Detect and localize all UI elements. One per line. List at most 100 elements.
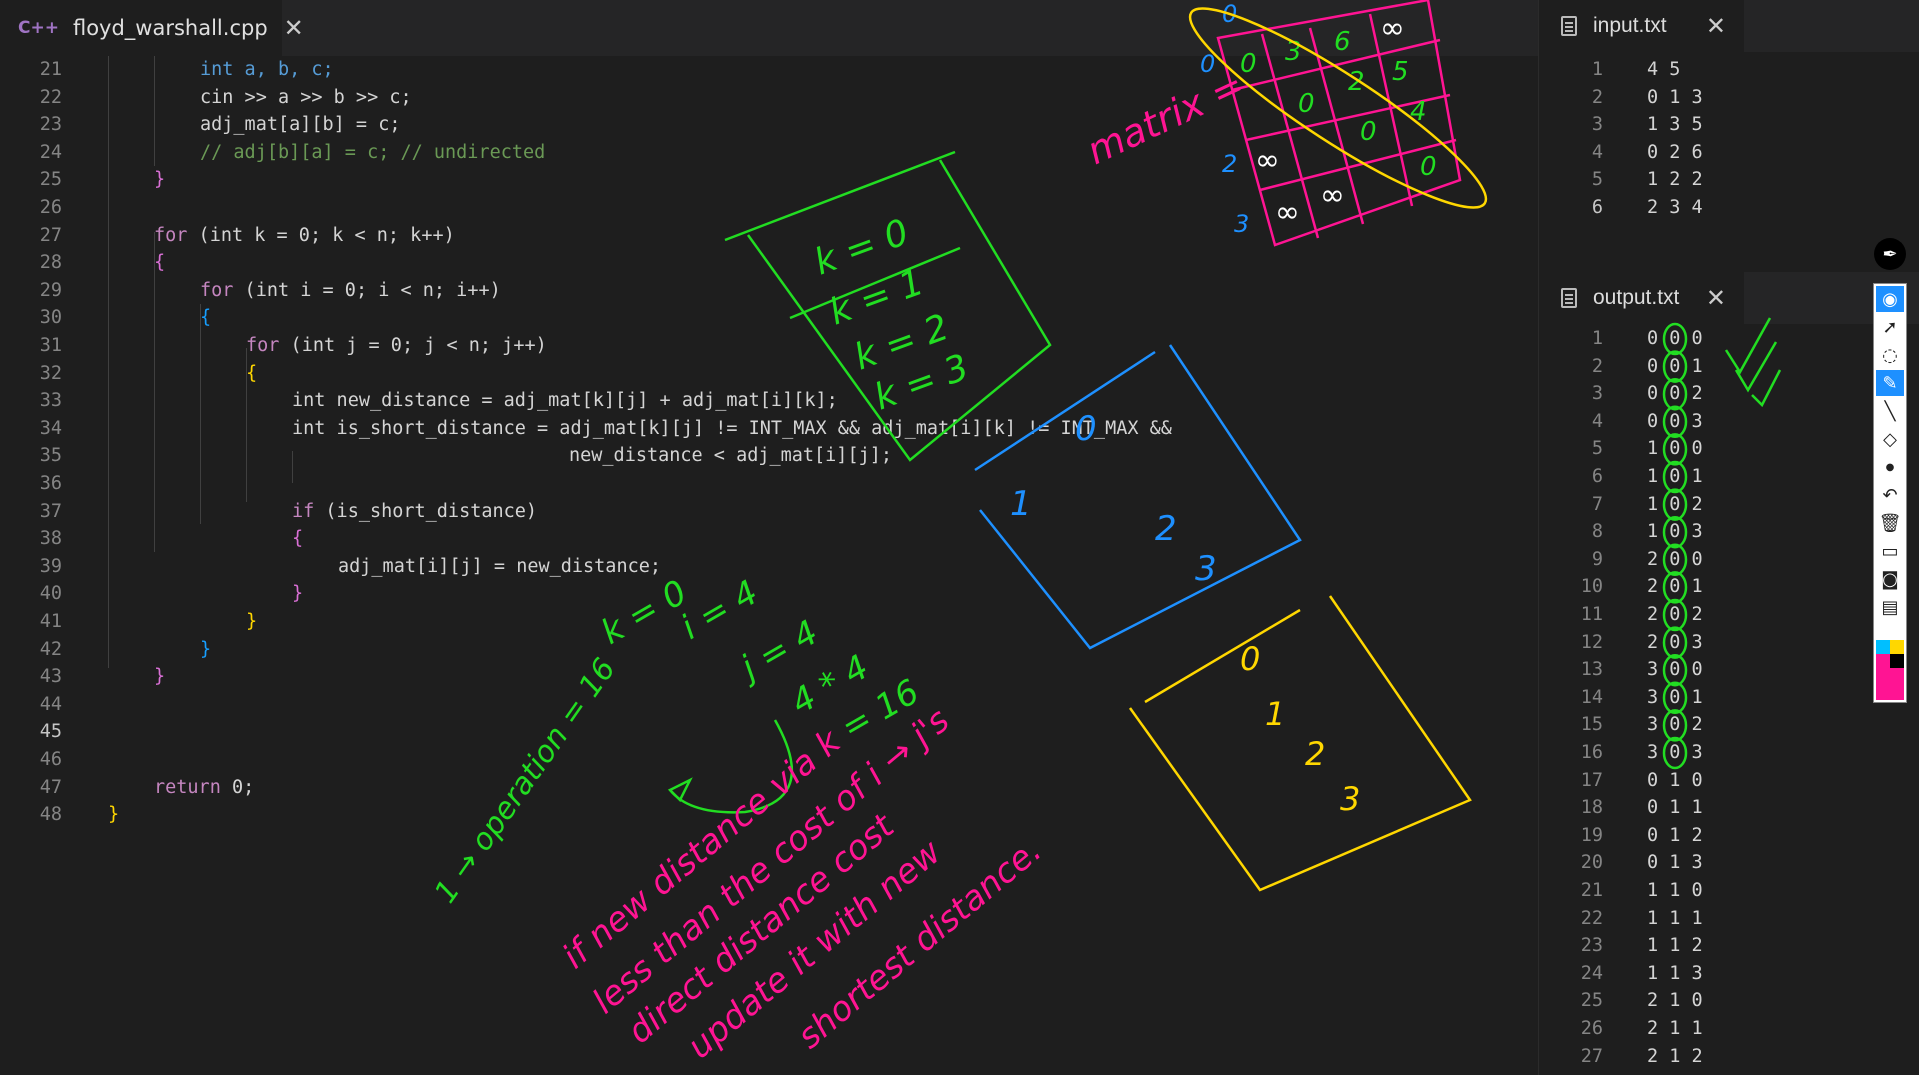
line-number: 37	[39, 500, 62, 522]
close-icon[interactable]: ✕	[1706, 12, 1726, 41]
output-line-row: 18 0 1 1	[1539, 794, 1919, 822]
output-line: 2 1 1	[1647, 1018, 1703, 1039]
output-line-row: 15 3 0 2	[1539, 711, 1919, 739]
eye-icon[interactable]: ◉	[1876, 286, 1904, 312]
color-swatch-pink[interactable]	[1876, 654, 1890, 668]
line-number: 46	[39, 749, 62, 770]
line-number: 3	[1591, 114, 1603, 136]
output-line: 1 1 2	[1647, 935, 1703, 957]
pen-icon[interactable]: ✒	[1874, 238, 1906, 270]
line-number: 4	[1591, 141, 1603, 163]
code-line: }	[108, 804, 120, 826]
output-line: 1 1 0	[1647, 880, 1703, 901]
output-line-row: 11 2 0 2	[1539, 601, 1919, 629]
color-swatch-black[interactable]	[1890, 654, 1904, 668]
code-line: {	[200, 307, 212, 329]
input-line: 1 3 5	[1647, 114, 1703, 136]
code-line: }	[246, 611, 258, 632]
whiteboard-icon[interactable]: ▭	[1876, 538, 1904, 564]
line-number: 36	[39, 473, 62, 494]
line-number: 23	[1580, 935, 1603, 957]
line-number: 39	[39, 555, 62, 577]
color-swatch-pink-active[interactable]	[1876, 668, 1904, 700]
lasso-icon[interactable]: ◌	[1876, 342, 1904, 368]
tab-input-txt[interactable]: input.txt ✕	[1539, 0, 1744, 52]
output-line: 0 0 2	[1647, 383, 1703, 405]
output-line-row: 1 0 0 0	[1539, 325, 1919, 353]
tab-title: output.txt	[1593, 286, 1680, 309]
output-line: 2 1 2	[1647, 1045, 1703, 1067]
file-icon	[1561, 288, 1577, 308]
tab-output-txt[interactable]: output.txt ✕	[1539, 272, 1744, 324]
line-number: 43	[39, 666, 62, 688]
output-line-row: 12 2 0 3	[1539, 629, 1919, 657]
line-number: 8	[1591, 521, 1603, 543]
output-line-row: 3 0 0 2	[1539, 380, 1919, 408]
line-number: 1	[1591, 328, 1603, 349]
output-line-row: 8 1 0 3	[1539, 518, 1919, 546]
line-number: 38	[39, 528, 62, 550]
output-line: 2 0 0	[1647, 548, 1703, 570]
tab-floyd-warshall[interactable]: C++ floyd_warshall.cpp ✕	[0, 0, 304, 56]
output-line: 3 0 3	[1647, 742, 1703, 763]
dot-icon[interactable]: ●	[1876, 454, 1904, 480]
code-line: }	[154, 169, 166, 191]
annotation-toolbar: ◉ ➚ ◌ ✎ ╲ ◇ ● ↶ 🗑 ▭ ◙ ▤	[1873, 283, 1907, 703]
color-swatch-blue[interactable]	[1876, 640, 1890, 654]
line-number: 5	[1591, 169, 1603, 191]
line-number: 21	[39, 59, 62, 80]
input-editor[interactable]: 1 4 5 2 0 1 3 3 1 3 5 4 0 2 6 5 1 2 2 6 2 3 4	[1539, 56, 1919, 256]
input-line: 1 2 2	[1647, 169, 1703, 191]
line-number: 22	[39, 86, 62, 108]
output-line: 3 0 2	[1647, 714, 1703, 736]
code-line: int a, b, c;	[200, 59, 334, 80]
output-line-row: 2 0 0 1	[1539, 353, 1919, 381]
output-line: 0 1 0	[1647, 769, 1703, 791]
code-line: cin >> a >> b >> c;	[200, 86, 412, 108]
undo-icon[interactable]: ↶	[1876, 482, 1904, 508]
editor-tab-bar: C++ floyd_warshall.cpp ✕	[0, 0, 1538, 56]
line-number: 2	[1591, 355, 1603, 377]
output-editor[interactable]: 1 0 0 0 2 0 0 1 3 0 0 2 4 0 0 3 5 1 0 0 6 1 0 1 7 1 0…	[1539, 325, 1919, 1075]
line-number: 22	[1580, 907, 1603, 929]
output-line: 0 0 0	[1647, 328, 1703, 349]
output-line: 1 0 0	[1647, 438, 1703, 460]
tab-title: input.txt	[1593, 14, 1667, 37]
close-icon[interactable]: ✕	[1706, 284, 1726, 313]
line-number: 30	[39, 307, 62, 329]
output-line-row: 10 2 0 1	[1539, 573, 1919, 601]
line-number: 16	[1580, 742, 1603, 763]
output-line: 1 0 1	[1647, 466, 1703, 487]
camera-icon[interactable]: ◙	[1876, 566, 1904, 592]
line-icon[interactable]: ╲	[1876, 398, 1904, 424]
editor-pane: C++ floyd_warshall.cpp ✕ 21 int a, b, c; …	[0, 0, 1538, 1075]
clipboard-icon[interactable]: ▤	[1876, 594, 1904, 620]
code-line: }	[200, 638, 212, 660]
code-line: {	[154, 252, 166, 274]
line-number: 26	[39, 197, 62, 218]
line-number: 48	[39, 804, 62, 826]
input-tab-bar: input.txt ✕	[1539, 0, 1919, 52]
close-icon[interactable]: ✕	[284, 14, 304, 42]
line-number: 44	[39, 693, 62, 715]
code-line: int new_distance = adj_mat[k][j] + adj_m…	[292, 390, 838, 412]
output-line-row: 21 1 1 0	[1539, 877, 1919, 905]
code-line: for (int i = 0; i < n; i++)	[200, 279, 501, 301]
line-number: 10	[1580, 576, 1603, 598]
color-swatch-yellow[interactable]	[1890, 640, 1904, 654]
cursor-icon[interactable]: ➚	[1876, 314, 1904, 340]
line-number: 25	[1580, 990, 1603, 1012]
eraser-icon[interactable]: ◇	[1876, 426, 1904, 452]
tab-title: floyd_warshall.cpp	[72, 16, 268, 40]
output-line-row: 25 2 1 0	[1539, 987, 1919, 1015]
line-number: 25	[39, 169, 62, 191]
line-number: 34	[39, 417, 62, 439]
line-number: 42	[39, 638, 62, 660]
line-number: 29	[39, 279, 62, 301]
line-number-active: 6	[1591, 197, 1603, 218]
code-editor[interactable]: 21 int a, b, c; 22 cin >> a >> b >> c; 23 a…	[0, 56, 1538, 1075]
output-line: 1 0 3	[1647, 521, 1703, 543]
highlighter-icon[interactable]: ✎	[1876, 370, 1904, 396]
trash-icon[interactable]: 🗑	[1876, 510, 1904, 536]
line-number: 26	[1580, 1018, 1603, 1039]
